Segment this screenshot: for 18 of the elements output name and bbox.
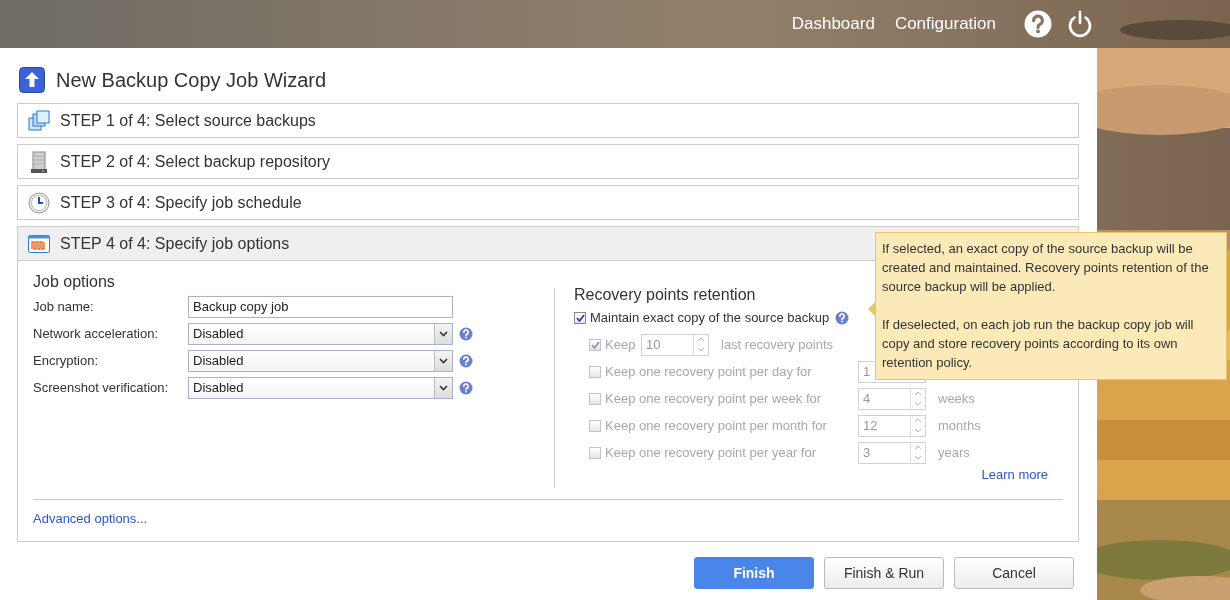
checkbox-label: Keep one recovery point per year for [605,445,817,460]
checkbox-label: Maintain exact copy of the source backup [590,310,830,325]
unit-label: weeks [938,391,975,406]
unit-label: months [938,418,981,433]
section-heading: Job options [33,273,115,291]
checkbox-label: Keep one recovery point per week for [605,391,823,406]
checkbox-label: Keep one recovery point per month for [605,418,828,433]
field-label: Encryption: [33,353,100,368]
checkbox-label: Keep [605,337,637,352]
unit-label: years [938,445,970,460]
section-heading: Recovery points retention [574,286,756,304]
field-label: Screenshot verification: [33,380,170,395]
tooltip-text: If deselected, on each job run the backup copy job will copy and store recovery points according to its own retention policy. [882,316,1195,372]
wizard-title: New Backup Copy Job Wizard [56,68,327,92]
unit-label: last recovery points [721,337,833,352]
field-label: Network acceleration: [33,326,159,341]
checkbox-label: Keep one recovery point per day for [605,364,813,379]
field-label: Job name: [33,299,95,314]
